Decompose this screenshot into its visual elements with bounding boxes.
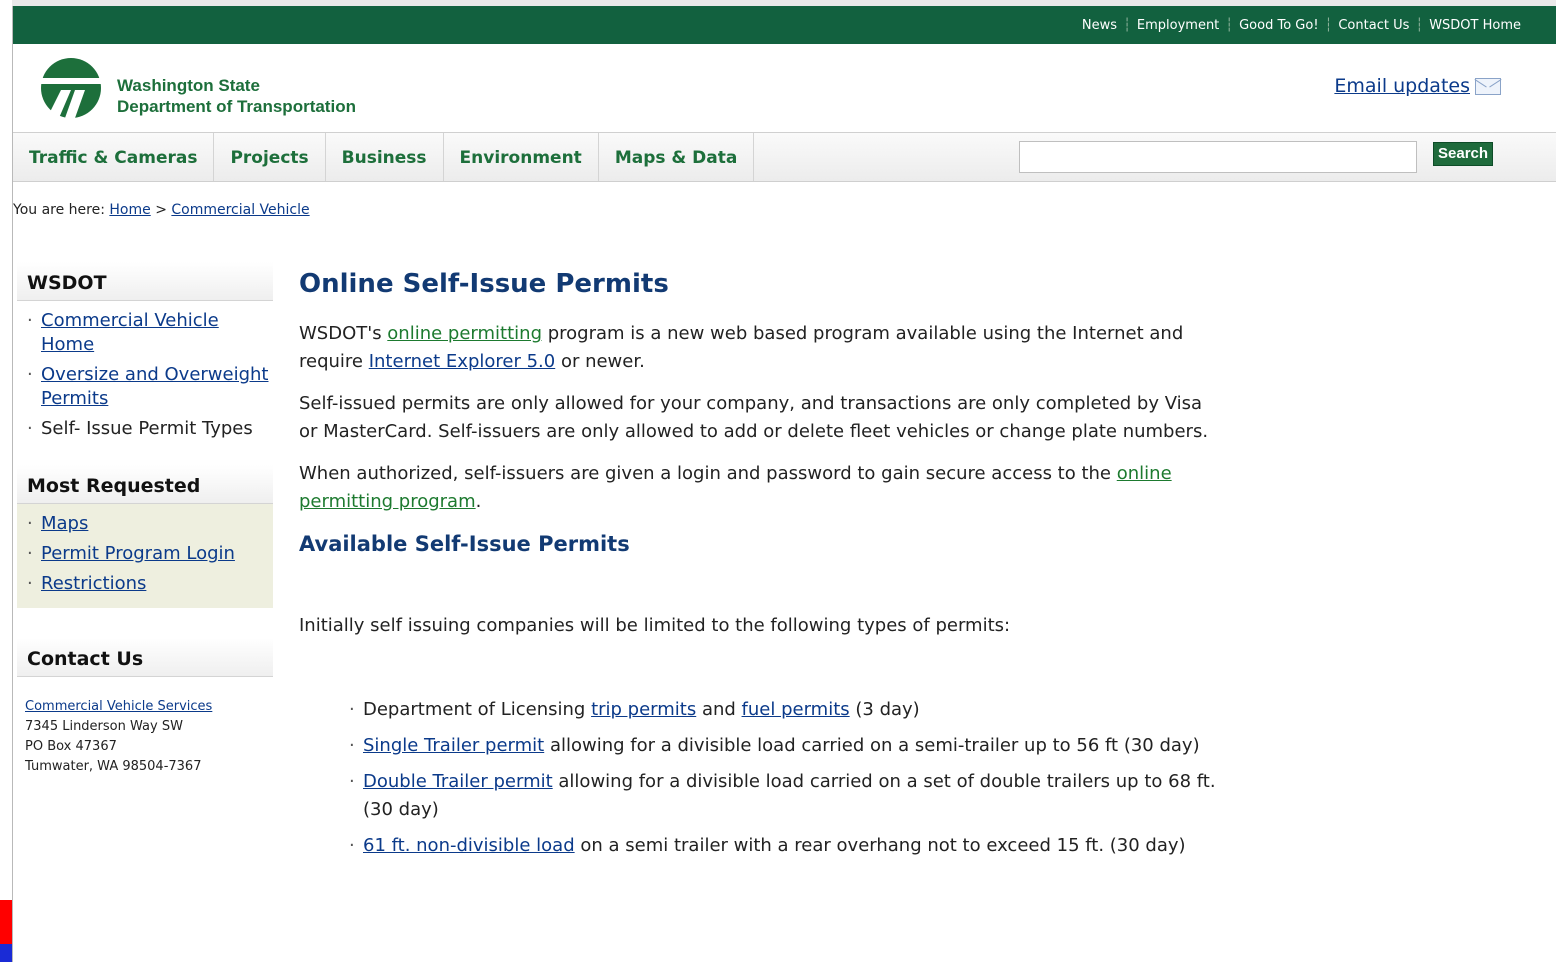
permit-item-non-divisible: 61 ft. non-divisible load on a semi trai… <box>349 832 1219 860</box>
left-edge <box>0 0 12 962</box>
sidebar-item-commercial-vehicle-home[interactable]: Commercial Vehicle Home <box>27 309 273 357</box>
top-utility-bar: News ┆ Employment ┆ Good To Go! ┆ Contac… <box>13 6 1556 44</box>
site-header: Washington State Department of Transport… <box>13 44 1556 133</box>
top-link-employment[interactable]: Employment <box>1131 18 1225 33</box>
trip-permits-link[interactable]: trip permits <box>591 699 696 720</box>
brand-line1: Washington State <box>117 76 260 95</box>
blue-mark <box>0 944 12 962</box>
top-link-contact-us[interactable]: Contact Us <box>1332 18 1415 33</box>
breadcrumb-separator: > <box>155 202 167 218</box>
sidebar-title-most-requested: Most Requested <box>17 465 273 504</box>
most-link[interactable]: Restrictions <box>41 573 146 594</box>
internet-explorer-link[interactable]: Internet Explorer 5.0 <box>369 351 556 372</box>
sidebar-wsdot-list: Commercial Vehicle Home Oversize and Ove… <box>17 301 273 453</box>
fuel-permits-link[interactable]: fuel permits <box>742 699 850 720</box>
most-link[interactable]: Permit Program Login <box>41 543 235 564</box>
paragraph-self-issued: Self-issued permits are only allowed for… <box>299 393 1209 442</box>
separator: ┆ <box>1123 17 1131 33</box>
permit-item-trip-fuel: Department of Licensing trip permits and… <box>349 696 1219 724</box>
top-link-good-to-go[interactable]: Good To Go! <box>1233 18 1324 33</box>
most-item-restrictions[interactable]: Restrictions <box>27 572 273 596</box>
most-requested-list: Maps Permit Program Login Restrictions <box>17 504 273 608</box>
most-link[interactable]: Maps <box>41 513 88 534</box>
page-title: Online Self-Issue Permits <box>299 269 669 299</box>
non-divisible-load-link[interactable]: 61 ft. non-divisible load <box>363 835 575 856</box>
page-frame: News ┆ Employment ┆ Good To Go! ┆ Contac… <box>12 6 1556 962</box>
top-link-news[interactable]: News <box>1076 18 1123 33</box>
text: and <box>696 699 742 720</box>
brand-line2: Department of Transportation <box>117 97 356 116</box>
most-item-permit-login[interactable]: Permit Program Login <box>27 542 273 566</box>
sidebar-item-self-issue: Self- Issue Permit Types <box>27 417 273 441</box>
text: Department of Licensing <box>363 699 592 720</box>
email-updates-label[interactable]: Email updates <box>1334 75 1470 97</box>
paragraph-permits-intro: Initially self issuing companies will be… <box>299 615 1011 636</box>
online-permitting-link[interactable]: online permitting <box>387 323 542 344</box>
sidebar-title-wsdot: WSDOT <box>17 262 273 301</box>
sidebar: WSDOT Commercial Vehicle Home Oversize a… <box>17 262 273 797</box>
contact-address3: Tumwater, WA 98504-7367 <box>25 759 202 774</box>
red-mark <box>0 900 12 944</box>
text: or newer. <box>555 351 645 372</box>
nav-tab-maps-data[interactable]: Maps & Data <box>599 133 755 181</box>
top-link-wsdot-home[interactable]: WSDOT Home <box>1423 18 1527 33</box>
section-title-available-permits: Available Self-Issue Permits <box>299 532 630 556</box>
contact-address2: PO Box 47367 <box>25 739 117 754</box>
most-item-maps[interactable]: Maps <box>27 512 273 536</box>
permit-list: Department of Licensing trip permits and… <box>299 696 1219 860</box>
separator: ┆ <box>1415 17 1424 33</box>
breadcrumb-commercial-vehicle[interactable]: Commercial Vehicle <box>171 202 309 218</box>
sidebar-current-label: Self- Issue Permit Types <box>41 418 253 439</box>
text: (3 day) <box>849 699 920 720</box>
text: WSDOT's <box>299 323 388 344</box>
breadcrumb: You are here: Home > Commercial Vehicle <box>13 202 310 218</box>
nav-tab-environment[interactable]: Environment <box>444 133 599 181</box>
permit-item-double-trailer: Double Trailer permit allowing for a div… <box>349 768 1219 824</box>
breadcrumb-home[interactable]: Home <box>109 202 150 218</box>
permit-item-single-trailer: Single Trailer permit allowing for a div… <box>349 732 1219 760</box>
text: on a semi trailer with a rear overhang n… <box>574 835 1186 856</box>
separator: ┆ <box>1225 17 1234 33</box>
mail-icon[interactable] <box>1475 77 1501 95</box>
nav-tab-business[interactable]: Business <box>326 133 444 181</box>
text: allowing for a divisible load carried on… <box>544 735 1200 756</box>
search-button[interactable]: Search <box>1433 142 1494 166</box>
brand-name[interactable]: Washington State Department of Transport… <box>117 75 356 117</box>
search-input[interactable] <box>1019 141 1417 173</box>
nav-tab-traffic-cameras[interactable]: Traffic & Cameras <box>13 133 215 181</box>
breadcrumb-prefix: You are here: <box>13 202 105 218</box>
contact-block: Commercial Vehicle Services 7345 Linders… <box>17 677 273 797</box>
separator: ┆ <box>1324 17 1333 33</box>
paragraph-intro: WSDOT's online permitting program is a n… <box>299 320 1219 376</box>
sidebar-link[interactable]: Commercial Vehicle Home <box>41 310 219 355</box>
sidebar-link[interactable]: Oversize and Overweight Permits <box>41 364 269 409</box>
single-trailer-permit-link[interactable]: Single Trailer permit <box>363 735 544 756</box>
text: . <box>475 491 482 512</box>
main-content: Online Self-Issue Permits WSDOT's online… <box>299 268 1219 868</box>
wsdot-logo-icon[interactable] <box>39 56 103 120</box>
double-trailer-permit-link[interactable]: Double Trailer permit <box>363 771 553 792</box>
sidebar-title-contact: Contact Us <box>17 638 273 677</box>
contact-address1: 7345 Linderson Way SW <box>25 719 183 734</box>
sidebar-item-oversize-permits[interactable]: Oversize and Overweight Permits <box>27 363 273 411</box>
text: When authorized, self-issuers are given … <box>299 463 1117 484</box>
email-updates-link[interactable]: Email updates <box>1334 75 1501 97</box>
paragraph-authorized: When authorized, self-issuers are given … <box>299 460 1219 516</box>
main-nav: Traffic & Cameras Projects Business Envi… <box>13 133 1556 182</box>
contact-name-link[interactable]: Commercial Vehicle Services <box>25 699 212 714</box>
nav-tab-projects[interactable]: Projects <box>214 133 326 181</box>
